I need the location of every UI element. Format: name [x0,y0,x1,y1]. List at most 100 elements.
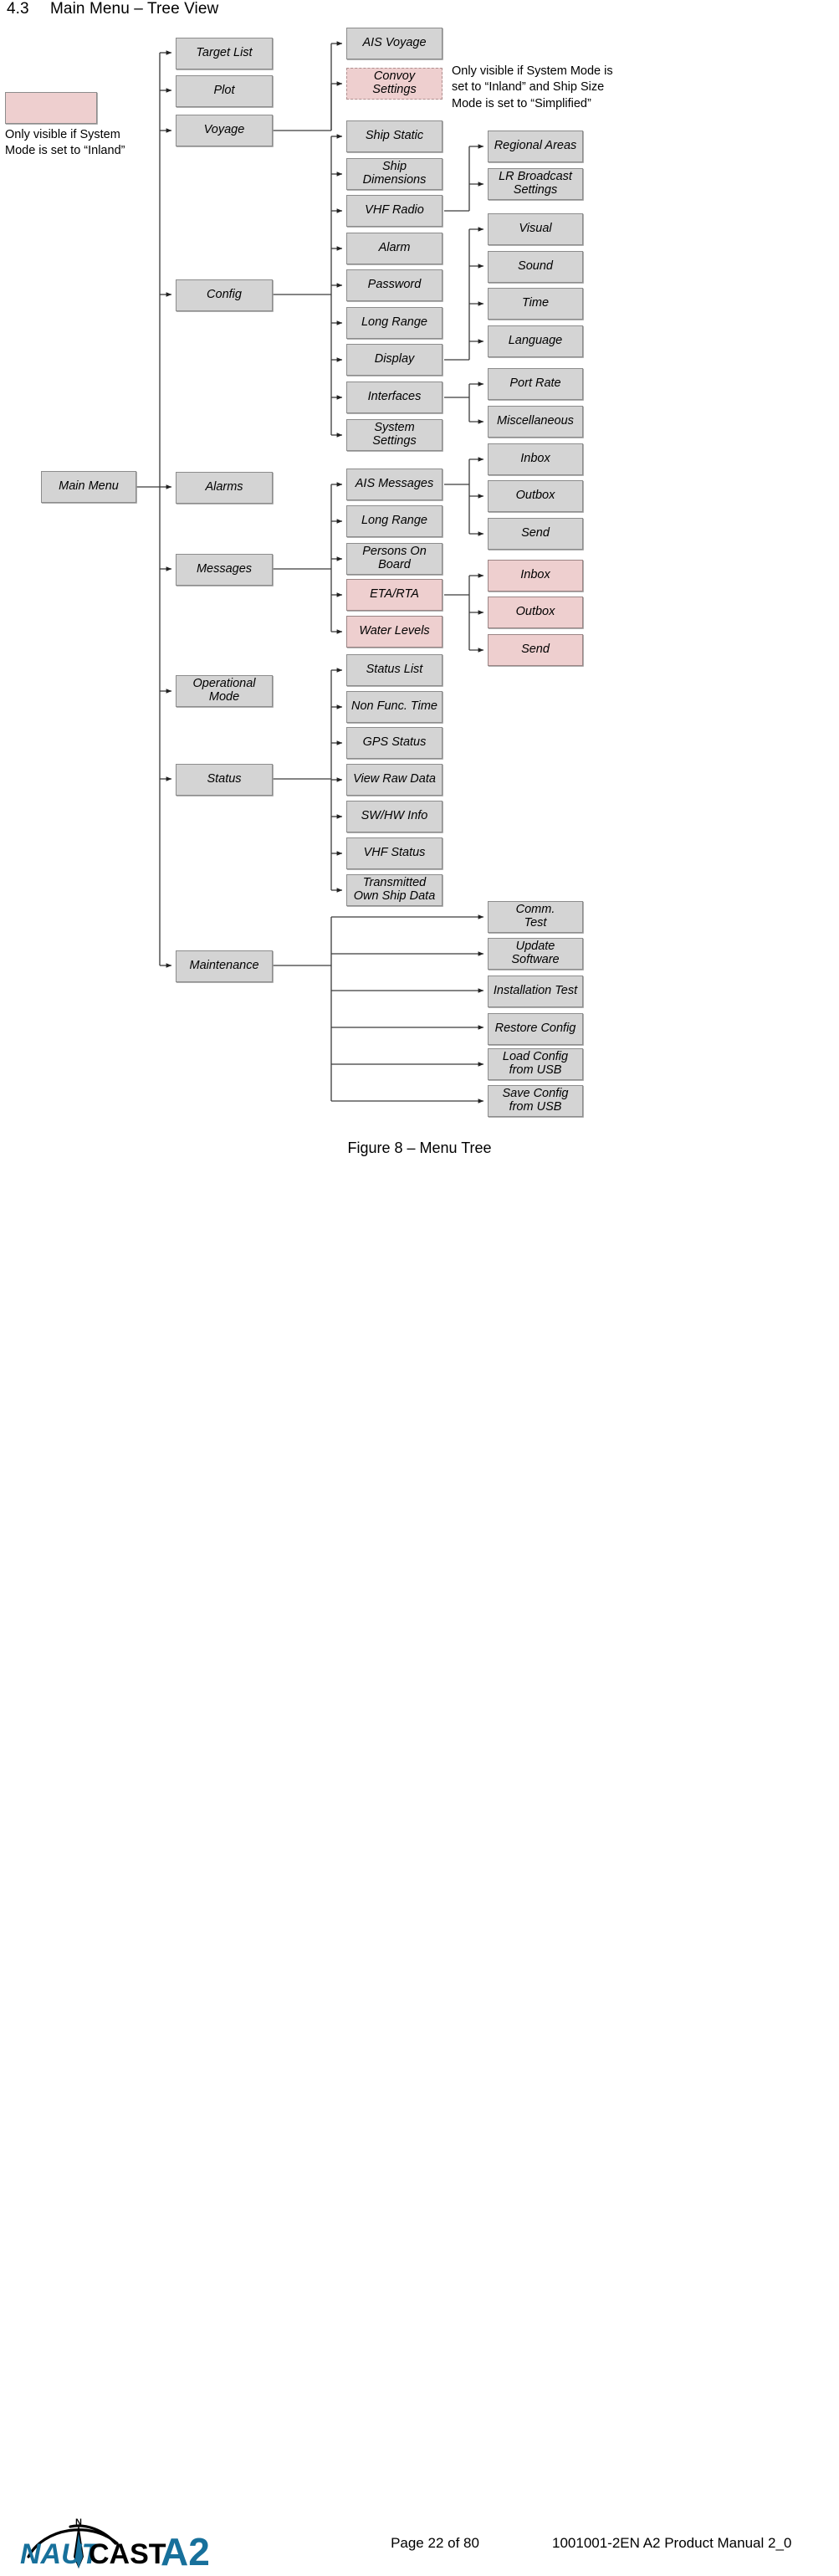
node-language[interactable]: Language [488,325,583,357]
node-label: VHF Radio [365,203,424,218]
node-status-list[interactable]: Status List [346,654,443,686]
node-send-ais[interactable]: Send [488,518,583,550]
node-outbox-ais[interactable]: Outbox [488,480,583,512]
node-status[interactable]: Status [176,764,273,796]
node-label: Transmitted Own Ship Data [353,876,436,903]
node-vhf-status[interactable]: VHF Status [346,837,443,869]
node-label: Save Config from USB [502,1087,569,1114]
node-label: Installation Test [493,984,578,998]
node-restore-config[interactable]: Restore Config [488,1013,583,1045]
node-label: Interfaces [367,390,422,404]
node-label: Voyage [203,123,245,137]
node-gps-status[interactable]: GPS Status [346,727,443,759]
node-non-func-time[interactable]: Non Func. Time [346,691,443,723]
node-miscellaneous[interactable]: Miscellaneous [488,406,583,438]
node-label: Config [207,288,242,302]
node-label: Long Range [361,514,427,528]
node-ais-messages[interactable]: AIS Messages [346,469,443,500]
node-send-eta[interactable]: Send [488,634,583,666]
node-label: Sound [518,259,553,274]
node-label: View Raw Data [353,772,436,786]
logo-compass-letter: N [75,2517,82,2527]
node-label: Messages [196,562,253,576]
node-port-rate[interactable]: Port Rate [488,368,583,400]
node-label: Non Func. Time [350,699,437,714]
node-update-software[interactable]: Update Software [488,938,583,970]
node-label: Regional Areas [494,139,577,153]
node-label: Target List [196,46,253,60]
node-transmitted-own-ship-data[interactable]: Transmitted Own Ship Data [346,874,443,906]
node-label: GPS Status [362,735,427,750]
node-sw-hw-info[interactable]: SW/HW Info [346,801,443,832]
nauticast-logo: N NAUT CAST A2 [18,2513,236,2573]
node-sound[interactable]: Sound [488,251,583,283]
logo-artwork: N NAUT CAST A2 [20,2517,210,2573]
node-config[interactable]: Config [176,279,273,311]
node-time[interactable]: Time [488,288,583,320]
node-label: Restore Config [494,1022,576,1036]
node-inbox-eta[interactable]: Inbox [488,560,583,592]
node-label: Main Menu [59,479,119,494]
node-label: Alarms [205,480,243,494]
node-label: Water Levels [359,624,430,638]
node-lr-broadcast-settings[interactable]: LR Broadcast Settings [488,168,583,200]
node-main-menu[interactable]: Main Menu [41,471,136,503]
node-label: Status List [366,663,423,677]
node-inbox-ais[interactable]: Inbox [488,443,583,475]
node-label: Outbox [515,489,555,503]
footer-page-number: Page 22 of 80 [391,2535,479,2551]
node-label: Miscellaneous [497,414,574,428]
node-interfaces[interactable]: Interfaces [346,382,443,413]
node-water-levels[interactable]: Water Levels [346,616,443,648]
node-voyage[interactable]: Voyage [176,115,273,146]
node-long-range-config[interactable]: Long Range [346,307,443,339]
node-installation-test[interactable]: Installation Test [488,976,583,1007]
node-ais-voyage[interactable]: AIS Voyage [346,28,443,59]
node-label: Password [367,278,422,292]
node-label: Load Config from USB [502,1050,569,1077]
node-regional-areas[interactable]: Regional Areas [488,131,583,162]
node-label: System Settings [372,421,417,448]
node-label: SW/HW Info [361,809,428,823]
node-label: Visual [519,222,552,236]
node-label: Time [521,296,550,310]
node-alarms[interactable]: Alarms [176,472,273,504]
document-page: 4.3 Main Menu – Tree View Only visible i… [0,0,839,2573]
node-label: Plot [213,84,235,98]
node-convoy-settings[interactable]: Convoy Settings [346,68,443,100]
node-label: Display [374,352,415,366]
node-label: LR Broadcast Settings [499,170,572,197]
node-messages[interactable]: Messages [176,554,273,586]
node-maintenance[interactable]: Maintenance [176,950,273,982]
node-visual[interactable]: Visual [488,213,583,245]
node-vhf-radio[interactable]: VHF Radio [346,195,443,227]
node-label: Persons On Board [362,545,427,571]
node-alarm[interactable]: Alarm [346,233,443,264]
node-ship-dimensions[interactable]: Ship Dimensions [346,158,443,190]
node-persons-on-board[interactable]: Persons On Board [346,543,443,575]
node-label: Inbox [520,568,550,582]
node-operational-mode[interactable]: Operational Mode [176,675,273,707]
node-plot[interactable]: Plot [176,75,273,107]
footer-document-reference: 1001001-2EN A2 Product Manual 2_0 [552,2535,792,2551]
node-long-range-messages[interactable]: Long Range [346,505,443,537]
node-label: Long Range [361,315,427,330]
node-load-config-from-usb[interactable]: Load Config from USB [488,1048,583,1080]
node-system-settings[interactable]: System Settings [346,419,443,451]
node-view-raw-data[interactable]: View Raw Data [346,764,443,796]
node-eta-rta[interactable]: ETA/RTA [346,579,443,611]
node-ship-static[interactable]: Ship Static [346,120,443,152]
node-outbox-eta[interactable]: Outbox [488,597,583,628]
menu-tree-diagram: Only visible if System Mode is set to “In… [0,0,839,1334]
node-display[interactable]: Display [346,344,443,376]
node-label: AIS Messages [355,477,434,491]
node-target-list[interactable]: Target List [176,38,273,69]
node-save-config-from-usb[interactable]: Save Config from USB [488,1085,583,1117]
logo-word-cast: CAST [89,2538,166,2570]
legend-pink-swatch [5,92,97,124]
node-label: VHF Status [363,846,426,860]
logo-word-a2: A2 [161,2530,210,2572]
node-label: Outbox [515,605,555,619]
node-comm-test[interactable]: Comm. Test [488,901,583,933]
node-password[interactable]: Password [346,269,443,301]
